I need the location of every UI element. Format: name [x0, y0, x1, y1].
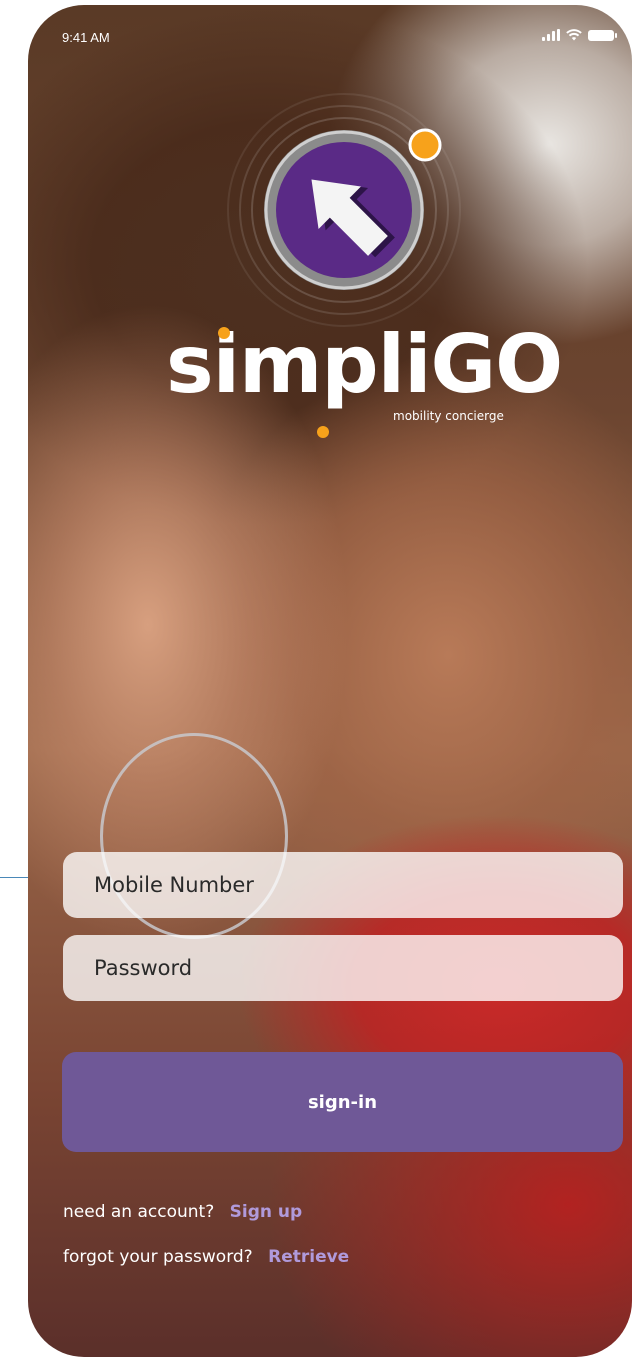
battery-icon [588, 30, 617, 41]
status-icons [542, 29, 617, 41]
logo-icon [227, 93, 461, 327]
wifi-icon [566, 29, 582, 41]
phone-screen: 9:41 AM simpliGO mobility concierge Mobi… [28, 5, 632, 1357]
mobile-number-field[interactable]: Mobile Number [63, 852, 623, 918]
account-prompt: need an account? [63, 1202, 215, 1222]
retrieve-row: forgot your password? Retrieve [63, 1247, 349, 1267]
password-placeholder: Password [94, 956, 193, 980]
signal-icon [542, 29, 560, 41]
signup-row: need an account? Sign up [63, 1202, 302, 1222]
brand-dot-top [218, 327, 230, 339]
brand-tagline: mobility concierge [393, 409, 504, 423]
sign-in-button[interactable]: sign-in [62, 1052, 623, 1152]
retrieve-link[interactable]: Retrieve [268, 1247, 349, 1267]
mobile-number-placeholder: Mobile Number [94, 873, 254, 897]
sign-in-label: sign-in [307, 1091, 378, 1113]
status-bar: 9:41 AM [28, 5, 632, 65]
brand-dot-bottom [317, 426, 329, 438]
password-field[interactable]: Password [63, 935, 623, 1001]
password-prompt: forgot your password? [63, 1247, 253, 1267]
sign-up-link[interactable]: Sign up [230, 1202, 303, 1222]
status-time: 9:41 AM [62, 30, 110, 45]
